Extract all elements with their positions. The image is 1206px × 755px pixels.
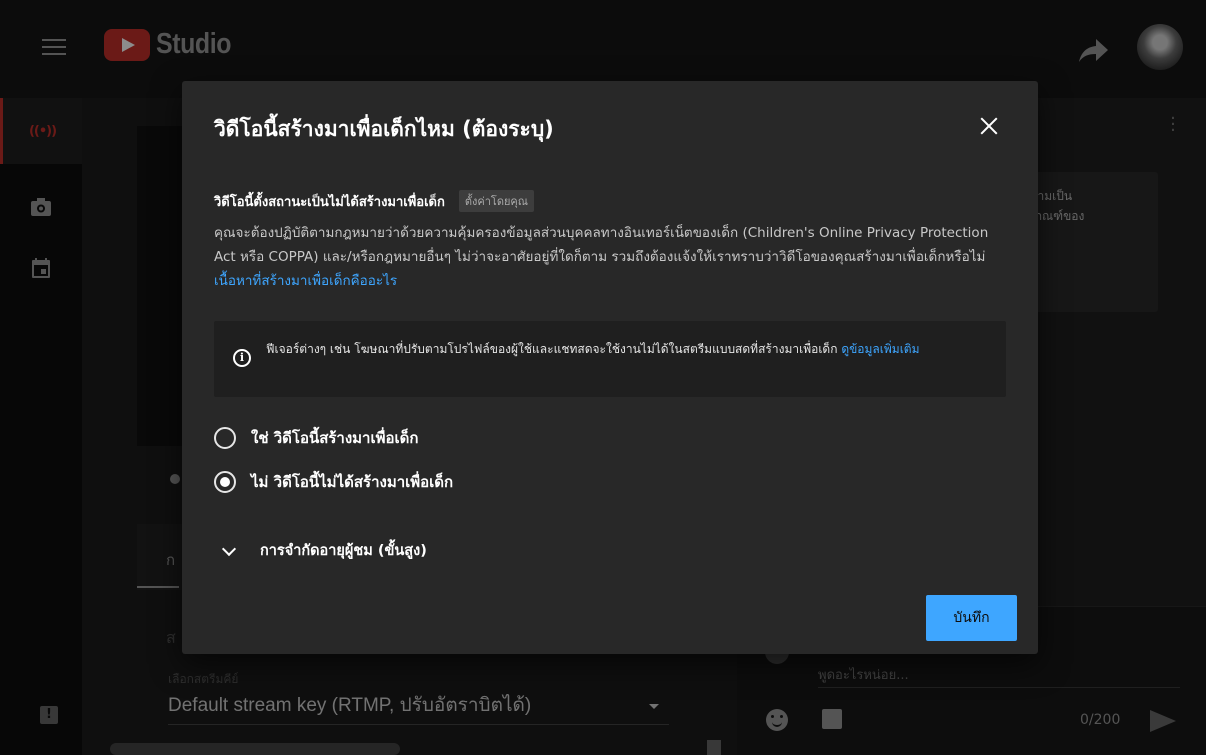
made-for-kids-link[interactable]: เนื้อหาที่สร้างมาเพื่อเด็กคืออะไร [214,273,397,289]
radio-label: ใช่ วิดีโอนี้สร้างมาเพื่อเด็ก [251,429,419,447]
radio-unchecked-icon[interactable] [214,427,236,449]
status-line: วิดีโอนี้ตั้งสถานะเป็นไม่ได้สร้างมาเพื่อ… [214,190,534,212]
info-icon: i [233,349,251,367]
radio-option-made-for-kids[interactable]: ใช่ วิดีโอนี้สร้างมาเพื่อเด็ก [214,426,418,450]
age-restriction-label: การจำกัดอายุผู้ชม (ขั้นสูง) [260,543,427,559]
description-text: คุณจะต้องปฏิบัติตามกฎหมายว่าด้วยความคุ้ม… [214,225,989,265]
set-by-badge: ตั้งค่าโดยคุณ [458,190,534,212]
coppa-description: คุณจะต้องปฏิบัติตามกฎหมายว่าด้วยความคุ้ม… [214,221,1004,293]
save-button[interactable]: บันทึก [926,595,1017,641]
made-for-kids-dialog: วิดีโอนี้สร้างมาเพื่อเด็กไหม (ต้องระบุ) … [182,81,1038,654]
learn-more-link[interactable]: ดูข้อมูลเพิ่มเติม [841,342,919,356]
info-text: ฟีเจอร์ต่างๆ เช่น โฆษณาที่ปรับตามโปรไฟล์… [266,341,986,358]
radio-checked-icon[interactable] [214,471,236,493]
radio-label: ไม่ วิดีโอนี้ไม่ได้สร้างมาเพื่อเด็ก [251,473,454,491]
status-text: วิดีโอนี้ตั้งสถานะเป็นไม่ได้สร้างมาเพื่อ… [214,194,445,210]
age-restriction-toggle[interactable]: การจำกัดอายุผู้ชม (ขั้นสูง) [214,539,427,562]
dialog-title: วิดีโอนี้สร้างมาเพื่อเด็กไหม (ต้องระบุ) [214,117,554,141]
info-notice-text: ฟีเจอร์ต่างๆ เช่น โฆษณาที่ปรับตามโปรไฟล์… [266,342,838,356]
radio-option-not-made-for-kids[interactable]: ไม่ วิดีโอนี้ไม่ได้สร้างมาเพื่อเด็ก [214,470,453,494]
info-notice: i ฟีเจอร์ต่างๆ เช่น โฆษณาที่ปรับตามโปรไฟ… [214,321,1006,397]
close-icon[interactable] [973,110,1005,142]
chevron-down-icon [221,541,237,556]
